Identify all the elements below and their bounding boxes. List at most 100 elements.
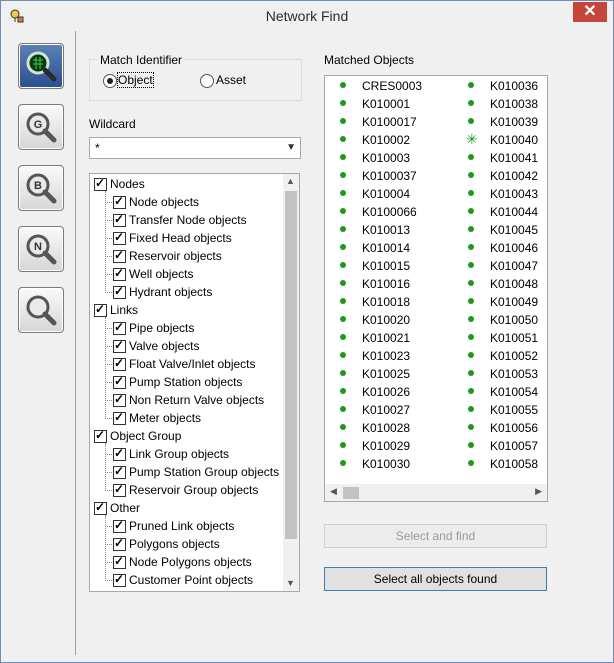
tree-item-label: Pipe objects — [129, 321, 195, 335]
tree-checkbox[interactable] — [113, 572, 126, 587]
tree-checkbox[interactable] — [113, 410, 126, 425]
asset-radio[interactable] — [200, 74, 214, 88]
magnifier-icon — [26, 295, 57, 326]
select-all-objects-button[interactable]: Select all objects found — [324, 567, 547, 591]
tree-checkbox[interactable] — [113, 464, 126, 479]
matched-object-id: K010004 — [362, 187, 411, 201]
matched-object-id: K010040 — [490, 133, 539, 147]
green-dot-icon — [468, 460, 474, 466]
tree-checkbox[interactable] — [113, 338, 126, 353]
matched-object-id: K010056 — [490, 421, 539, 435]
match-identifier-label: Match Identifier — [98, 53, 185, 67]
magnifier-b-icon: B — [26, 173, 57, 204]
tree-checkbox[interactable] — [113, 554, 126, 569]
tree-vertical-scrollbar[interactable]: ▲ ▼ — [283, 174, 299, 591]
matched-objects-list[interactable]: ◀ ▶ CRES0003 K010001 K0100017 K010002 K01000… — [324, 75, 548, 502]
asset-radio-label[interactable]: Asset — [216, 73, 246, 87]
tree-checkbox[interactable] — [113, 536, 126, 551]
dialog-body: G B N Match Identifier Object Asset Wild… — [8, 31, 607, 655]
tool-strip: G B N — [8, 31, 76, 655]
find-g-tool-button[interactable]: G — [18, 104, 64, 150]
green-dot-icon — [340, 190, 346, 196]
green-dot-icon — [468, 226, 474, 232]
tree-checkbox[interactable] — [94, 428, 107, 443]
matched-horizontal-scrollbar[interactable]: ◀ ▶ — [325, 484, 547, 501]
matched-object-id: K010015 — [362, 259, 411, 273]
tree-checkbox[interactable] — [113, 320, 126, 335]
green-dot-icon — [468, 208, 474, 214]
tree-checkbox[interactable] — [94, 500, 107, 515]
tree-checkbox[interactable] — [113, 446, 126, 461]
chevron-down-icon[interactable]: ▼ — [286, 142, 296, 153]
tree-checkbox[interactable] — [113, 194, 126, 209]
green-dot-icon — [468, 100, 474, 106]
tree-item-label: Reservoir objects — [129, 249, 222, 263]
matched-object-id: K010049 — [490, 295, 539, 309]
tree-item-label: Node Polygons objects — [129, 555, 252, 569]
matched-object-id: CRES0003 — [362, 79, 423, 93]
tree-checkbox[interactable] — [113, 212, 126, 227]
green-dot-icon — [468, 244, 474, 250]
tree-checkbox[interactable] — [113, 374, 126, 389]
close-button[interactable]: ✕ — [573, 2, 607, 22]
tree-connector — [105, 274, 112, 275]
object-radio-label[interactable]: Object — [117, 72, 154, 88]
scroll-left-icon[interactable]: ◀ — [330, 486, 337, 497]
scroll-right-icon[interactable]: ▶ — [535, 486, 542, 497]
tree-connector — [105, 454, 112, 455]
tree-checkbox[interactable] — [94, 302, 107, 317]
green-dot-icon — [340, 208, 346, 214]
green-dot-icon — [468, 154, 474, 160]
object-radio[interactable] — [103, 74, 117, 88]
tool-letter: G — [34, 119, 43, 131]
green-dot-icon — [468, 424, 474, 430]
tree-checkbox[interactable] — [113, 356, 126, 371]
find-tool-button[interactable] — [18, 287, 64, 333]
tree-checkbox[interactable] — [113, 392, 126, 407]
matched-object-id: K010039 — [490, 115, 539, 129]
wildcard-value: * — [95, 141, 100, 155]
scroll-down-icon[interactable]: ▼ — [286, 578, 295, 588]
tree-item-label: Customer Point objects — [129, 573, 254, 587]
tree-connector — [105, 364, 112, 365]
matched-object-id: K0100017 — [362, 115, 417, 129]
tree-item-label: Transfer Node objects — [129, 213, 247, 227]
tree-checkbox[interactable] — [113, 284, 126, 299]
matched-object-id: K010023 — [362, 349, 411, 363]
tree-item-label: Node objects — [129, 195, 200, 209]
wildcard-combobox[interactable]: * ▼ — [89, 137, 301, 159]
find-all-tool-button[interactable] — [18, 43, 64, 89]
green-dot-icon — [468, 388, 474, 394]
scroll-up-icon[interactable]: ▲ — [286, 176, 295, 186]
green-dot-icon — [340, 406, 346, 412]
tree-connector — [105, 202, 112, 203]
tree-connector — [105, 346, 112, 347]
scrollbar-thumb[interactable] — [343, 487, 359, 499]
object-type-tree: ▲ ▼ Nodes Node objects Transfer Node objec… — [89, 173, 300, 592]
tree-checkbox[interactable] — [113, 266, 126, 281]
tree-checkbox[interactable] — [113, 518, 126, 533]
green-dot-icon — [340, 136, 346, 142]
tree-checkbox[interactable] — [113, 230, 126, 245]
title-bar[interactable]: Network Find ✕ — [1, 1, 613, 31]
find-n-tool-button[interactable]: N — [18, 226, 64, 272]
scrollbar-thumb[interactable] — [285, 191, 297, 539]
tree-connector — [105, 490, 112, 491]
tree-item-label: Hydrant objects — [129, 285, 213, 299]
tree-checkbox[interactable] — [113, 248, 126, 263]
tree-item-label: Non Return Valve objects — [129, 393, 265, 407]
matched-object-id: K010028 — [362, 421, 411, 435]
find-b-tool-button[interactable]: B — [18, 165, 64, 211]
tree-connector — [105, 515, 106, 581]
matched-object-id: K010046 — [490, 241, 539, 255]
green-dot-icon — [340, 262, 346, 268]
tree-checkbox[interactable] — [113, 482, 126, 497]
green-dot-icon — [340, 370, 346, 376]
tree-checkbox[interactable] — [94, 176, 107, 191]
tree-connector — [105, 443, 106, 491]
tree-connector — [105, 418, 112, 419]
tree-item-label: Nodes — [110, 177, 145, 191]
matched-object-id: K010002 — [362, 133, 411, 147]
tree-item-label: Pump Station Group objects — [129, 465, 280, 479]
select-and-find-button[interactable]: Select and find — [324, 524, 547, 548]
